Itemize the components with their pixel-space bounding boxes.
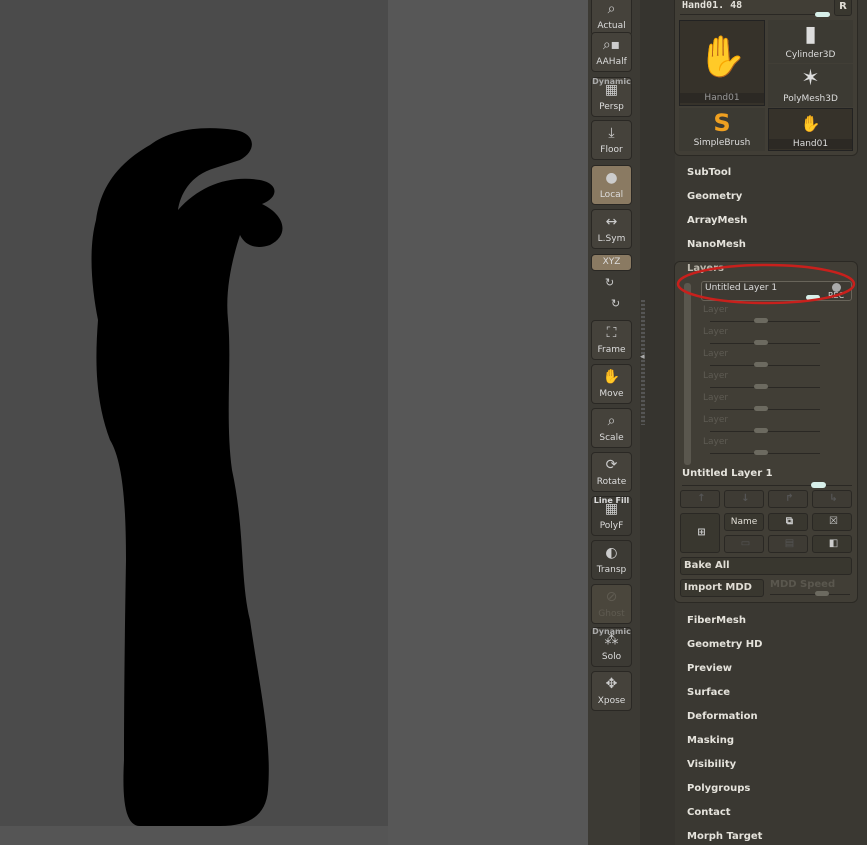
menu-surface[interactable]: Surface [687, 687, 730, 698]
hand-model-icon: ✋ [697, 34, 747, 80]
xpose-button[interactable]: ✥ Xpose [591, 671, 632, 711]
solo-button[interactable]: Dynamic ⁂ Solo [591, 627, 632, 667]
duplicate-layer-button[interactable]: ⧉ [768, 513, 808, 531]
menu-visibility[interactable]: Visibility [687, 759, 736, 770]
layer-down-arrow-button[interactable]: ↳ [812, 490, 852, 508]
transparency-icon: ◐ [605, 545, 618, 561]
menu-geometry[interactable]: Geometry [687, 191, 742, 202]
mdd-speed-slider[interactable] [815, 591, 829, 596]
menu-morph-target[interactable]: Morph Target [687, 831, 762, 842]
layer-item-empty[interactable]: Layer [703, 371, 728, 381]
merge-down-button[interactable]: ▭ [724, 535, 764, 553]
delete-layer-button[interactable]: ☒ [812, 513, 852, 531]
frame-button[interactable]: ⛶ Frame [591, 320, 632, 360]
viewport-bottom [0, 826, 388, 845]
ghost-button[interactable]: ⊘ Ghost [591, 584, 632, 624]
scale-icon: ⌕ [607, 413, 616, 429]
menu-polygroups[interactable]: Polygroups [687, 783, 750, 794]
local-icon: ● [605, 170, 618, 186]
move-layer-up-button[interactable]: ↑ [680, 490, 720, 508]
tray-handle[interactable] [641, 300, 645, 425]
selected-layer-slider[interactable] [811, 482, 826, 488]
tool-thumb-polymesh3d[interactable]: ✶ PolyMesh3D [768, 64, 853, 107]
layer-slider-knob[interactable] [754, 450, 768, 455]
import-mdd-button[interactable]: Import MDD [680, 579, 764, 597]
viewport-canvas[interactable] [0, 0, 388, 826]
cylinder-icon: ▮ [804, 22, 817, 47]
persp-button[interactable]: Dynamic ▦ Persp [591, 77, 632, 117]
layer-slider-knob[interactable] [754, 384, 768, 389]
layer-up-arrow-button[interactable]: ↱ [768, 490, 808, 508]
hand-move-icon: ✋ [602, 369, 621, 385]
menu-arraymesh[interactable]: ArrayMesh [687, 215, 747, 226]
hand-silhouette [91, 128, 283, 826]
layer-item-empty[interactable]: Layer [703, 327, 728, 337]
new-layer-button[interactable]: ⊞ [680, 513, 720, 553]
tool-slider-knob[interactable] [815, 12, 830, 17]
aahalf-button[interactable]: ⌕▪ AAHalf [591, 32, 632, 72]
frame-icon: ⛶ [606, 325, 617, 341]
r-button[interactable]: R [834, 0, 852, 16]
viewport-margin [388, 0, 588, 845]
move-layer-down-button[interactable]: ↓ [724, 490, 764, 508]
local-button[interactable]: ● Local [591, 165, 632, 205]
menu-geometry-hd[interactable]: Geometry HD [687, 639, 762, 650]
menu-deformation[interactable]: Deformation [687, 711, 758, 722]
floor-icon: ⤓ [608, 125, 615, 141]
layer-item-empty[interactable]: Layer [703, 415, 728, 425]
polyf-button[interactable]: Line Fill ▦ PolyF [591, 496, 632, 536]
menu-nanomesh[interactable]: NanoMesh [687, 239, 746, 250]
bake-all-button[interactable]: Bake All [680, 557, 852, 575]
split-layer-button[interactable]: ▤ [768, 535, 808, 553]
lsym-button[interactable]: ↔ L.Sym [591, 209, 632, 249]
tool-thumb-hand01[interactable]: ✋ Hand01 [679, 20, 765, 106]
layer-item-empty[interactable]: Layer [703, 437, 728, 447]
rotate-z-icon[interactable]: ↻ [611, 297, 620, 310]
tool-thumb-cylinder3d[interactable]: ▮ Cylinder3D [768, 20, 853, 63]
mdd-speed-label: MDD Speed [770, 579, 836, 590]
menu-masking[interactable]: Masking [687, 735, 734, 746]
scale-button[interactable]: ⌕ Scale [591, 408, 632, 448]
tray-arrows-icon[interactable]: ◂ [640, 352, 645, 362]
floor-button[interactable]: ⤓ Floor [591, 120, 632, 160]
tool-thumb-hand01-small[interactable]: ✋ Hand01 [768, 108, 853, 151]
rotate-y-icon[interactable]: ↻ [605, 276, 614, 289]
star-icon: ✶ [801, 66, 820, 91]
tray-divider[interactable]: ◂ [640, 0, 675, 845]
zoom-half-icon: ⌕▪ [602, 37, 621, 53]
hand-model-icon: ✋ [800, 114, 821, 133]
selected-layer-name: Untitled Layer 1 [682, 468, 773, 479]
zoom-icon: ⌕ [607, 1, 616, 17]
ghost-icon: ⊘ [605, 589, 618, 605]
layer-slider-knob[interactable] [754, 362, 768, 367]
transp-button[interactable]: ◐ Transp [591, 540, 632, 580]
xyz-button[interactable]: XYZ [591, 254, 632, 271]
layer-slider-knob[interactable] [754, 318, 768, 323]
layer-slider-knob[interactable] [754, 428, 768, 433]
rotate-icon: ⟳ [605, 457, 618, 473]
rotate-button[interactable]: ⟳ Rotate [591, 452, 632, 492]
layer-slider-knob[interactable] [754, 340, 768, 345]
symmetry-icon: ↔ [605, 214, 618, 230]
menu-contact[interactable]: Contact [687, 807, 731, 818]
name-button[interactable]: Name [724, 513, 764, 531]
copy-layer-button[interactable]: ◧ [812, 535, 852, 553]
menu-subtool[interactable]: SubTool [687, 167, 731, 178]
menu-preview[interactable]: Preview [687, 663, 732, 674]
xpose-icon: ✥ [605, 676, 618, 692]
layer-item-empty[interactable]: Layer [703, 349, 728, 359]
layer-item-empty[interactable]: Layer [703, 393, 728, 403]
actual-button[interactable]: ⌕ Actual [591, 0, 632, 36]
menu-fibermesh[interactable]: FiberMesh [687, 615, 746, 626]
simplebrush-icon: S [713, 109, 731, 137]
layer-item-empty[interactable]: Layer [703, 305, 728, 315]
tool-thumb-simplebrush[interactable]: S SimpleBrush [679, 108, 765, 151]
move-button[interactable]: ✋ Move [591, 364, 632, 404]
layer-slider-knob[interactable] [754, 406, 768, 411]
